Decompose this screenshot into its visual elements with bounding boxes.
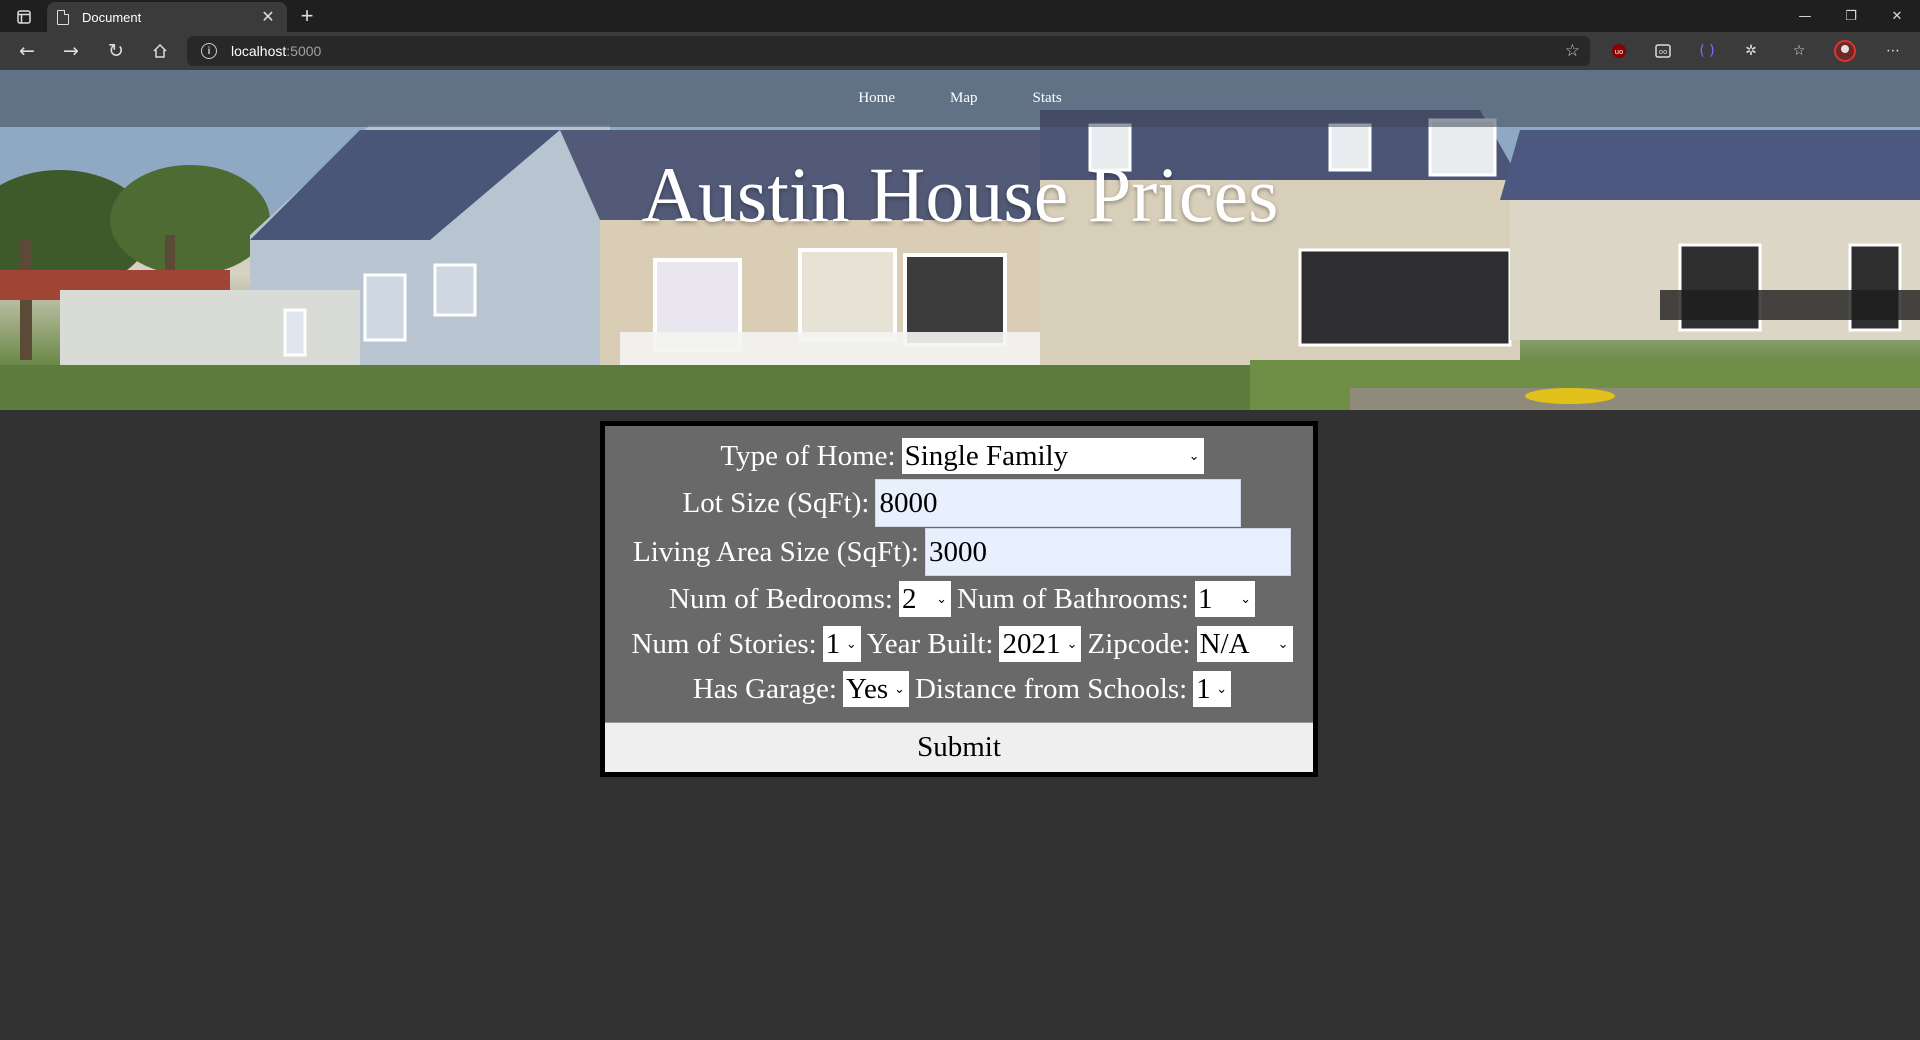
zipcode-label: Zipcode: bbox=[1087, 627, 1191, 660]
url-host: localhost bbox=[231, 43, 287, 59]
favorites-icon[interactable]: ☆ bbox=[1788, 40, 1810, 62]
more-options-icon[interactable]: ⋯ bbox=[1882, 40, 1904, 62]
form-row-stories-year-zip: Num of Stories: 1 ⌄ Year Built: 2021 ⌄ Z… bbox=[605, 626, 1313, 662]
form-row-living-area: Living Area Size (SqFt): 3000 bbox=[605, 528, 1313, 576]
schools-distance-value: 1 bbox=[1196, 672, 1211, 705]
page-title: Austin House Prices bbox=[641, 151, 1279, 238]
zipcode-value: N/A bbox=[1199, 627, 1250, 660]
document-icon bbox=[57, 9, 69, 25]
living-area-label: Living Area Size (SqFt): bbox=[633, 535, 919, 568]
window-controls: — ❐ ✕ bbox=[1782, 0, 1920, 32]
chevron-down-icon: ⌄ bbox=[1188, 448, 1200, 464]
extensions-puzzle-icon[interactable]: ✲ bbox=[1740, 40, 1762, 62]
chevron-down-icon: ⌄ bbox=[894, 681, 905, 697]
bedrooms-label: Num of Bedrooms: bbox=[669, 582, 893, 615]
home-button[interactable] bbox=[145, 37, 175, 65]
chevron-down-icon: ⌄ bbox=[936, 591, 947, 607]
lot-size-input[interactable]: 8000 bbox=[875, 479, 1242, 527]
home-type-label: Type of Home: bbox=[720, 439, 896, 472]
home-type-value: Single Family bbox=[904, 439, 1069, 472]
home-type-select[interactable]: Single Family ⌄ bbox=[901, 438, 1204, 474]
zipcode-select[interactable]: N/A ⌄ bbox=[1196, 626, 1293, 662]
chevron-down-icon: ⌄ bbox=[1240, 591, 1251, 607]
main-nav: Home Map Stats bbox=[0, 70, 1920, 127]
lot-size-label: Lot Size (SqFt): bbox=[682, 486, 870, 519]
site-info-icon[interactable]: i bbox=[201, 43, 217, 59]
restore-button[interactable]: ❐ bbox=[1828, 0, 1874, 32]
url-port: :5000 bbox=[286, 43, 322, 59]
refresh-button[interactable]: ↻ bbox=[101, 37, 131, 65]
year-built-value: 2021 bbox=[1002, 627, 1061, 660]
form-row-rooms: Num of Bedrooms: 2 ⌄ Num of Bathrooms: 1… bbox=[605, 581, 1313, 617]
bathrooms-select[interactable]: 1 ⌄ bbox=[1194, 581, 1255, 617]
bathrooms-label: Num of Bathrooms: bbox=[956, 582, 1189, 615]
schools-distance-label: Distance from Schools: bbox=[914, 672, 1188, 705]
chevron-down-icon: ⌄ bbox=[1216, 681, 1228, 697]
year-built-select[interactable]: 2021 ⌄ bbox=[999, 626, 1082, 662]
close-window-button[interactable]: ✕ bbox=[1874, 0, 1920, 32]
refresh-icon: ↻ bbox=[108, 40, 124, 62]
minimize-button[interactable]: — bbox=[1782, 0, 1828, 32]
add-favorite-icon[interactable]: ☆ bbox=[1565, 41, 1580, 61]
stories-value: 1 bbox=[825, 627, 841, 660]
chevron-down-icon: ⌄ bbox=[1066, 636, 1078, 652]
stories-select[interactable]: 1 ⌄ bbox=[822, 626, 861, 662]
bedrooms-select[interactable]: 2 ⌄ bbox=[898, 581, 951, 617]
nav-link-stats[interactable]: Stats bbox=[1032, 90, 1061, 107]
nav-link-map[interactable]: Map bbox=[950, 90, 978, 107]
page-content: Home Map Stats Austin House Prices Type … bbox=[0, 70, 1920, 1040]
hero-banner: Home Map Stats Austin House Prices bbox=[0, 70, 1920, 410]
garage-value: Yes bbox=[845, 672, 889, 705]
forward-button[interactable]: → bbox=[56, 37, 86, 65]
tab-title: Document bbox=[82, 9, 142, 25]
form-row-lot-size: Lot Size (SqFt): 8000 bbox=[605, 479, 1313, 527]
submit-button[interactable]: Submit bbox=[605, 722, 1313, 772]
ublock-extension-icon[interactable]: uo bbox=[1608, 40, 1630, 62]
tab-actions-icon bbox=[17, 10, 31, 24]
year-built-label: Year Built: bbox=[866, 627, 994, 660]
browser-toolbar: ← → ↻ i localhost:5000 ☆ uo oo ( ) ✲ ☆ ⋯ bbox=[0, 32, 1920, 70]
back-arrow-icon: ← bbox=[19, 40, 35, 62]
browser-tab[interactable]: Document ✕ bbox=[47, 2, 287, 32]
form-row-garage-schools: Has Garage: Yes ⌄ Distance from Schools:… bbox=[605, 671, 1313, 707]
reader-extension-icon[interactable]: oo bbox=[1652, 40, 1674, 62]
bathrooms-value: 1 bbox=[1197, 582, 1213, 615]
stories-label: Num of Stories: bbox=[631, 627, 817, 660]
back-button[interactable]: ← bbox=[12, 37, 42, 65]
browser-tab-bar: Document ✕ + — ❐ ✕ bbox=[0, 0, 1920, 32]
chevron-down-icon: ⌄ bbox=[845, 636, 857, 652]
schools-distance-select[interactable]: 1 ⌄ bbox=[1193, 671, 1232, 707]
tab-actions-button[interactable] bbox=[10, 6, 38, 28]
svg-text:oo: oo bbox=[1659, 48, 1668, 56]
living-area-input[interactable]: 3000 bbox=[924, 528, 1291, 576]
garage-label: Has Garage: bbox=[692, 672, 837, 705]
chevron-down-icon: ⌄ bbox=[1277, 636, 1289, 652]
form-row-home-type: Type of Home: Single Family ⌄ bbox=[605, 438, 1313, 474]
new-tab-button[interactable]: + bbox=[295, 4, 319, 28]
nav-link-home[interactable]: Home bbox=[858, 90, 895, 107]
home-icon bbox=[153, 43, 167, 58]
svg-text:uo: uo bbox=[1615, 48, 1624, 56]
garage-select[interactable]: Yes ⌄ bbox=[842, 671, 909, 707]
profile-avatar[interactable] bbox=[1834, 40, 1856, 62]
close-tab-icon[interactable]: ✕ bbox=[259, 7, 277, 27]
address-bar[interactable]: i localhost:5000 ☆ bbox=[187, 36, 1590, 66]
bedrooms-value: 2 bbox=[901, 582, 917, 615]
prediction-form: Type of Home: Single Family ⌄ Lot Size (… bbox=[600, 421, 1318, 777]
brackets-extension-icon[interactable]: ( ) bbox=[1696, 40, 1718, 62]
forward-arrow-icon: → bbox=[63, 40, 79, 62]
